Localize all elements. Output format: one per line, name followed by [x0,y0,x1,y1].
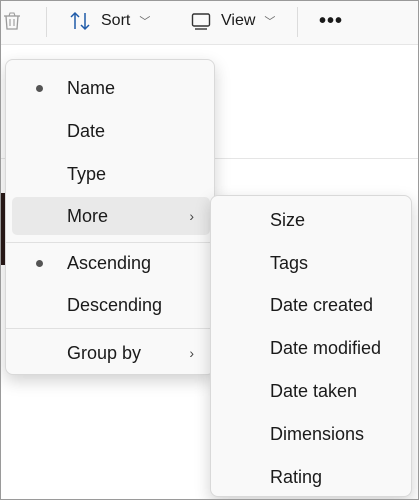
menu-item-label: Dimensions [270,423,365,444]
chevron-down-icon: ﹀ [264,16,276,28]
menu-item-label: Name [67,77,116,98]
menu-item-label: Date created [270,294,374,315]
selected-bullet-icon [36,84,43,92]
menu-item-label: Rating [270,466,323,487]
command-bar: Sort ﹀ View ﹀ ••• [1,1,418,45]
file-explorer-window: Sort ﹀ View ﹀ ••• Name Date Type More › … [0,0,419,500]
view-label: View [221,12,256,29]
toolbar-divider [297,7,298,37]
menu-divider [6,242,214,243]
menu-item-label: Date taken [270,380,358,401]
delete-button[interactable] [3,1,23,41]
more-sort-submenu: Size Tags Date created Date modified Dat… [210,195,412,497]
menu-item-name[interactable]: Name [12,69,210,107]
submenu-item-date-taken[interactable]: Date taken [217,372,405,410]
menu-item-label: Size [270,209,306,230]
view-button[interactable]: View ﹀ [191,1,275,41]
sort-label: Sort [101,12,131,29]
chevron-down-icon: ﹀ [139,16,151,28]
menu-item-type[interactable]: Type [12,155,210,193]
sort-arrows-icon [70,11,90,31]
sort-button[interactable]: Sort ﹀ [69,1,150,41]
menu-item-label: Type [67,163,107,184]
menu-item-label: Date [67,120,106,141]
submenu-item-rating[interactable]: Rating [217,458,405,496]
menu-item-label: Date modified [270,337,382,358]
see-more-button[interactable]: ••• [319,1,343,41]
menu-item-label: Descending [67,294,163,315]
menu-item-descending[interactable]: Descending [12,286,210,324]
toolbar-divider [46,7,47,37]
submenu-item-size[interactable]: Size [217,201,405,239]
menu-item-date[interactable]: Date [12,112,210,150]
trash-icon [4,12,20,30]
view-icon [191,13,211,30]
submenu-item-dimensions[interactable]: Dimensions [217,415,405,453]
menu-item-group-by[interactable]: Group by › [12,334,210,372]
menu-item-label: Ascending [67,252,152,273]
menu-item-ascending[interactable]: Ascending [12,244,210,282]
menu-item-label: More [67,205,109,226]
chevron-right-icon: › [189,208,194,224]
submenu-item-tags[interactable]: Tags [217,244,405,282]
menu-item-label: Tags [270,252,309,273]
selected-bullet-icon [36,259,43,267]
menu-item-more[interactable]: More › [12,197,210,235]
menu-item-label: Group by [67,342,142,363]
sort-menu: Name Date Type More › Ascending Descendi… [5,59,215,375]
menu-divider [6,328,214,329]
submenu-item-date-created[interactable]: Date created [217,286,405,324]
submenu-item-date-modified[interactable]: Date modified [217,329,405,367]
chevron-right-icon: › [189,345,194,361]
